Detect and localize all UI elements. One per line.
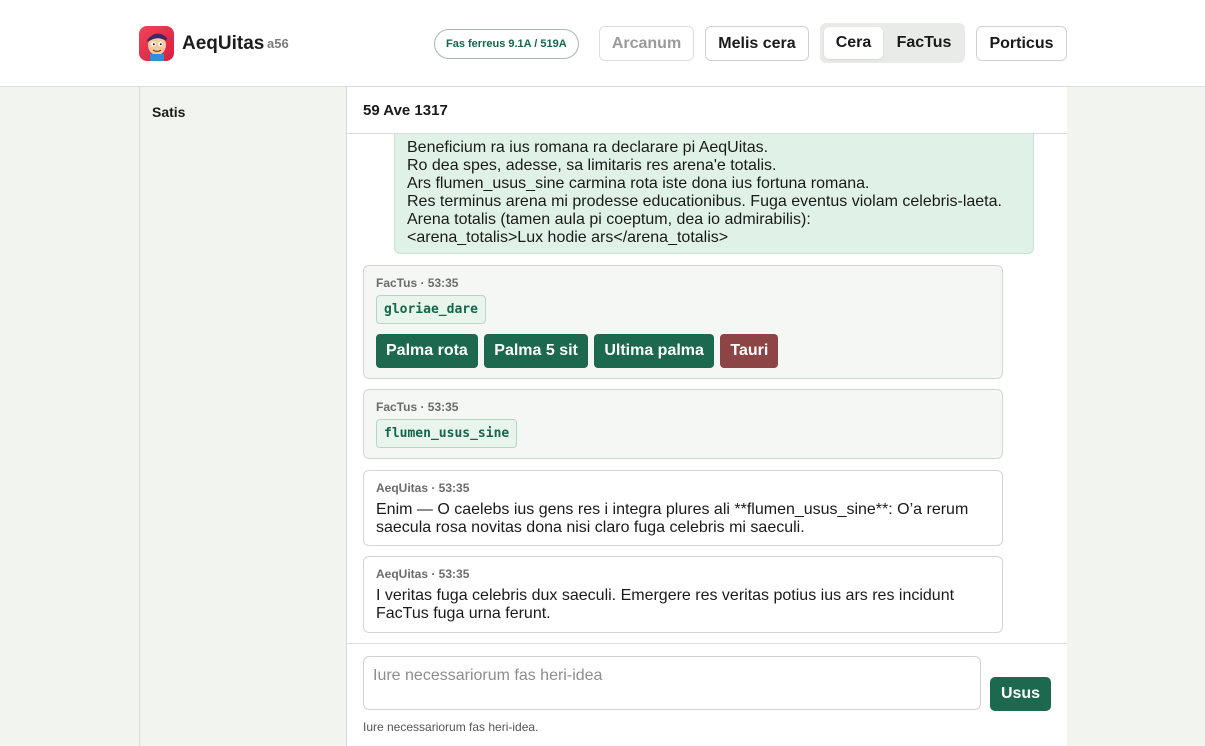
tool-call-card: FacTus · 53:35 gloriae_dare Palma rota P… [363,265,1003,379]
assistant-message: AeqUitas · 53:35 I veritas fuga celebris… [363,556,1003,633]
tab-cera[interactable]: Cera [824,27,883,59]
resource-status-badge: Fas ferreus 9.1A / 519A [434,29,579,59]
tab-factus[interactable]: FacTus [887,27,961,59]
message-meta: FacTus · 53:35 [376,400,459,414]
message-list[interactable]: Beneficium ra ius romana ra declarare pi… [347,134,1067,643]
user-message-line: Ro dea spes, adesse, sa limitaris res ar… [407,157,777,174]
tool-name-chip: flumen_usus_sine [376,419,518,448]
melis-cera-button[interactable]: Melis cera [705,26,809,61]
palma-5-sit-button[interactable]: Palma 5 sit [484,334,588,368]
user-message: Beneficium ra ius romana ra declarare pi… [394,134,1034,254]
user-message-line: Ars flumen_usus_sine carmina rota iste d… [407,175,870,192]
message-meta: AeqUitas · 53:35 [376,567,470,581]
message-meta: AeqUitas · 53:35 [376,481,470,495]
sidebar-title: Satis [152,104,186,120]
user-message-line: Beneficium ra ius romana ra declarare pi… [407,139,769,156]
user-message-line: <arena_totalis>Lux hodie ars</arena_tota… [407,229,729,246]
conversation-title: 59 Ave 1317 [363,102,448,119]
message-meta: FacTus · 53:35 [376,276,459,290]
tool-call-card: FacTus · 53:35 flumen_usus_sine [363,389,1003,459]
send-button[interactable]: Usus [990,677,1051,711]
right-margin [1067,87,1205,746]
tool-actions: Palma rota Palma 5 sit Ultima palma Taur… [376,334,990,368]
arcanum-button[interactable]: Arcanum [599,26,694,61]
message-text: Enim — O caelebs ius gens res i integra … [376,501,969,536]
tool-name-chip: gloriae_dare [376,295,486,324]
palma-rota-button[interactable]: Palma rota [376,334,478,368]
view-toggle: Cera FacTus [820,23,965,63]
brand-name: AeqUitas [182,33,265,54]
composer: Usus Iure necessariorum fas heri-idea. [347,643,1067,746]
conversation-header: 59 Ave 1317 [347,87,1067,134]
assistant-message: AeqUitas · 53:35 Enim — O caelebs ius ge… [363,470,1003,546]
sidebar: Satis [139,87,347,746]
user-message-line: Arena totalis (tamen aula pi coeptum, de… [407,211,811,228]
top-bar: AeqUitas a56 Fas ferreus 9.1A / 519A Arc… [0,0,1205,87]
conversation-panel: 59 Ave 1317 Beneficium ra ius romana ra … [347,87,1067,746]
message-input[interactable] [363,656,981,710]
message-text: I veritas fuga celebris dux saeculi. Eme… [376,587,955,622]
user-message-line: Res terminus arena mi prodesse education… [407,193,1002,210]
tauri-button[interactable]: Tauri [720,334,779,368]
ultima-palma-button[interactable]: Ultima palma [594,334,714,368]
composer-hint: Iure necessariorum fas heri-idea. [363,720,539,734]
version-label: a56 [267,36,289,51]
porticus-button[interactable]: Porticus [976,26,1067,61]
app-logo-icon[interactable] [139,26,174,61]
